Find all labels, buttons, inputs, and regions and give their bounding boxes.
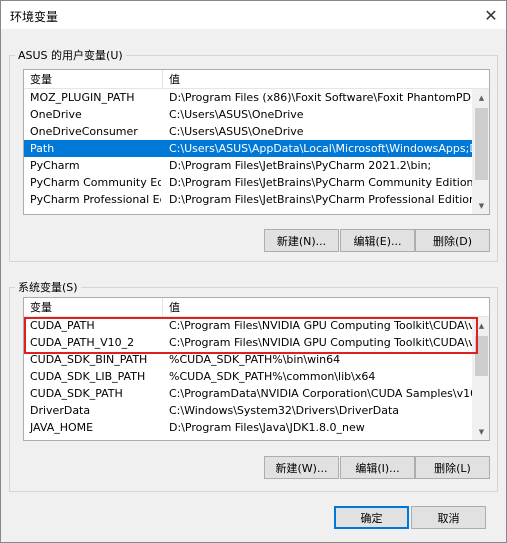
cancel-button[interactable]: 取消 (411, 506, 486, 529)
system-edit-button[interactable]: 编辑(I)... (340, 456, 415, 479)
column-header-value[interactable]: 值 (163, 298, 180, 317)
user-variables-list[interactable]: 变量 值 MOZ_PLUGIN_PATH D:\Program Files (x8… (23, 69, 490, 215)
table-row[interactable]: PyCharm Community Edition D:\Program File… (24, 174, 474, 191)
variable-name-cell: OneDriveConsumer (30, 125, 138, 138)
variable-value-cell: %CUDA_SDK_PATH%\common\lib\x64 (169, 370, 376, 383)
title-bar: 环境变量 ✕ (1, 1, 506, 29)
variable-value-cell: C:\Program Files\NVIDIA GPU Computing To… (169, 319, 474, 332)
table-row[interactable]: OneDriveConsumer C:\Users\ASUS\OneDrive (24, 123, 474, 140)
variable-value-cell: D:\Program Files\JetBrains\PyCharm Profe… (169, 193, 474, 206)
table-row[interactable]: PyCharm D:\Program Files\JetBrains\PyChar… (24, 157, 474, 174)
scroll-up-icon[interactable]: ▲ (473, 89, 489, 106)
scroll-up-icon[interactable]: ▲ (473, 317, 489, 334)
column-header-name[interactable]: 变量 (24, 70, 162, 89)
table-row[interactable]: Path C:\Users\ASUS\AppData\Local\Microsof… (24, 140, 474, 157)
table-row[interactable]: CUDA_SDK_PATH C:\ProgramData\NVIDIA Corpo… (24, 385, 474, 402)
scroll-thumb[interactable] (475, 336, 488, 376)
table-row[interactable]: DriverData C:\Windows\System32\Drivers\Dr… (24, 402, 474, 419)
user-variables-label: ASUS 的用户变量(U) (15, 47, 126, 63)
scroll-down-icon[interactable]: ▼ (473, 197, 489, 214)
table-row[interactable]: CUDA_SDK_BIN_PATH %CUDA_SDK_PATH%\bin\win… (24, 351, 474, 368)
variable-name-cell: CUDA_SDK_LIB_PATH (30, 370, 146, 383)
system-new-button[interactable]: 新建(W)... (264, 456, 339, 479)
variable-name-cell: CUDA_SDK_PATH (30, 387, 123, 400)
variable-name-cell: CUDA_PATH (30, 319, 95, 332)
variable-name-cell: MOZ_PLUGIN_PATH (30, 91, 135, 104)
variable-name-cell: DriverData (30, 404, 91, 417)
variable-name-cell: PyCharm (30, 159, 80, 172)
variable-value-cell: D:\Program Files\JetBrains\PyCharm 2021.… (169, 159, 432, 172)
variable-value-cell: %CUDA_SDK_PATH%\bin\win64 (169, 353, 341, 366)
user-list-scrollbar[interactable]: ▲ ▼ (472, 89, 489, 214)
variable-value-cell: C:\Users\ASUS\AppData\Local\Microsoft\Wi… (169, 142, 474, 155)
table-row[interactable]: CUDA_PATH C:\Program Files\NVIDIA GPU Com… (24, 317, 474, 334)
variable-name-cell: OneDrive (30, 108, 82, 121)
table-row[interactable]: OneDrive C:\Users\ASUS\OneDrive (24, 106, 474, 123)
system-variables-label: 系统变量(S) (15, 279, 81, 295)
variable-value-cell: C:\Users\ASUS\OneDrive (169, 108, 304, 121)
variable-name-cell: CUDA_SDK_BIN_PATH (30, 353, 148, 366)
window-title: 环境变量 (10, 10, 59, 24)
close-icon[interactable]: ✕ (476, 1, 506, 29)
ok-button[interactable]: 确定 (334, 506, 409, 529)
variable-name-cell: PyCharm Professional Edition (30, 193, 161, 206)
table-row[interactable]: PyCharm Professional Edition D:\Program F… (24, 191, 474, 208)
variable-value-cell: C:\Program Files\NVIDIA GPU Computing To… (169, 336, 474, 349)
variable-name-cell: PyCharm Community Edition (30, 176, 161, 189)
environment-variables-dialog: 环境变量 ✕ ASUS 的用户变量(U) 变量 值 MOZ_PLUGIN_PAT… (0, 0, 507, 543)
variable-name-cell: JAVA_HOME (30, 421, 94, 434)
list-header: 变量 值 (24, 298, 489, 317)
scroll-thumb[interactable] (475, 108, 488, 180)
column-header-name[interactable]: 变量 (24, 298, 162, 317)
user-new-button[interactable]: 新建(N)... (264, 229, 339, 252)
list-header: 变量 值 (24, 70, 489, 89)
system-delete-button[interactable]: 删除(L) (415, 456, 490, 479)
table-row[interactable]: CUDA_SDK_LIB_PATH %CUDA_SDK_PATH%\common\… (24, 368, 474, 385)
table-row[interactable]: MOZ_PLUGIN_PATH D:\Program Files (x86)\Fo… (24, 89, 474, 106)
variable-name-cell: CUDA_PATH_V10_2 (30, 336, 135, 349)
table-row[interactable]: CUDA_PATH_V10_2 C:\Program Files\NVIDIA G… (24, 334, 474, 351)
system-variables-list[interactable]: 变量 值 CUDA_PATH C:\Program Files\NVIDIA GP… (23, 297, 490, 441)
variable-value-cell: D:\Program Files (x86)\Foxit Software\Fo… (169, 91, 474, 104)
variable-value-cell: D:\Program Files\JetBrains\PyCharm Commu… (169, 176, 474, 189)
variable-value-cell: D:\Program Files\Java\JDK1.8.0_new (169, 421, 365, 434)
variable-name-cell: Path (30, 142, 55, 155)
variable-value-cell: C:\Users\ASUS\OneDrive (169, 125, 304, 138)
system-list-scrollbar[interactable]: ▲ ▼ (472, 317, 489, 440)
variable-value-cell: C:\Windows\System32\Drivers\DriverData (169, 404, 400, 417)
column-header-value[interactable]: 值 (163, 70, 180, 89)
variable-value-cell: C:\ProgramData\NVIDIA Corporation\CUDA S… (169, 387, 474, 400)
user-edit-button[interactable]: 编辑(E)... (340, 229, 415, 252)
table-row[interactable]: JAVA_HOME D:\Program Files\Java\JDK1.8.0_… (24, 419, 474, 436)
scroll-down-icon[interactable]: ▼ (473, 423, 489, 440)
user-delete-button[interactable]: 删除(D) (415, 229, 490, 252)
